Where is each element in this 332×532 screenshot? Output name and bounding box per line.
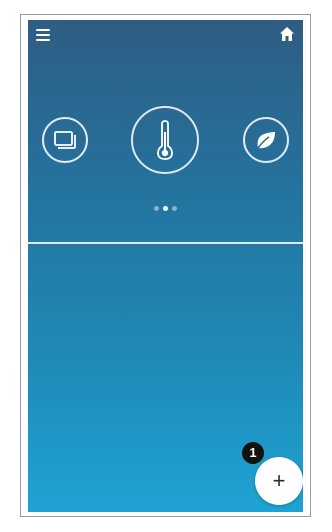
display-panels-icon bbox=[54, 131, 76, 149]
home-icon[interactable] bbox=[279, 26, 295, 42]
mode-eco-button[interactable] bbox=[243, 117, 289, 163]
page-indicator bbox=[28, 206, 303, 214]
add-button[interactable]: + bbox=[255, 457, 303, 505]
callout-badge: 1 bbox=[242, 442, 264, 464]
mode-carousel bbox=[28, 100, 303, 180]
plus-icon: + bbox=[272, 468, 286, 493]
device-frame: + 1 bbox=[20, 14, 311, 517]
page-dot[interactable] bbox=[154, 206, 159, 211]
page-dot-active[interactable] bbox=[163, 206, 168, 211]
thermometer-icon bbox=[157, 120, 173, 160]
page-dot[interactable] bbox=[172, 206, 177, 211]
mode-thermostat-button[interactable] bbox=[131, 106, 199, 174]
leaf-icon bbox=[257, 132, 275, 149]
section-divider bbox=[28, 242, 303, 244]
mode-display-button[interactable] bbox=[42, 117, 88, 163]
top-bar bbox=[28, 20, 303, 54]
hamburger-menu-icon[interactable] bbox=[36, 29, 50, 41]
app-screen: + bbox=[28, 20, 303, 512]
